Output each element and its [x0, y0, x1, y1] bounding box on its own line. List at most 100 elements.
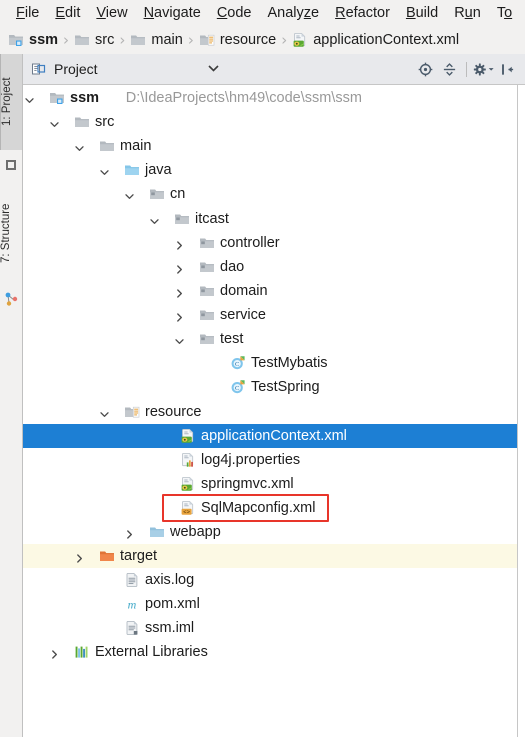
- tree-row-label: itcast: [195, 211, 229, 227]
- toolbar-divider: [466, 61, 467, 77]
- tree-row-test[interactable]: test: [23, 327, 517, 351]
- tree-row-cn[interactable]: cn: [23, 182, 517, 206]
- chevron-right-icon[interactable]: [49, 647, 60, 659]
- menu-item-build[interactable]: Build: [398, 5, 446, 21]
- tree-row-ssmiml[interactable]: ssm.iml: [23, 616, 517, 640]
- menu-item-analyze[interactable]: Analyze: [260, 5, 328, 21]
- settings-gear-icon[interactable]: [473, 59, 494, 80]
- tree-row-label: pom.xml: [145, 596, 200, 612]
- chevron-down-icon[interactable]: [208, 64, 219, 74]
- chevron-down-icon[interactable]: [149, 214, 160, 225]
- breadcrumb-item-resource[interactable]: resource: [199, 32, 276, 48]
- svg-text:<>: <>: [183, 509, 190, 516]
- chevron-down-icon[interactable]: [174, 334, 185, 345]
- breadcrumb-item-ssm[interactable]: ssm: [8, 32, 58, 48]
- tree-row-src[interactable]: src: [23, 110, 517, 134]
- menu-item-refactor[interactable]: Refactor: [327, 5, 398, 21]
- menu-item-view[interactable]: View: [88, 5, 135, 21]
- module-folder-icon: [49, 90, 65, 106]
- breadcrumb-separator: ›: [187, 30, 194, 49]
- tree-row-springmvcxml[interactable]: springmvc.xml: [23, 472, 517, 496]
- iml-file-icon: [124, 620, 140, 636]
- tree-row-itcast[interactable]: itcast: [23, 207, 517, 231]
- tree-row-label: java: [145, 162, 172, 178]
- sidebar-tab-project[interactable]: 1: Project: [0, 54, 22, 150]
- chevron-right-icon[interactable]: [174, 310, 185, 322]
- tree-row-label: domain: [220, 283, 268, 299]
- tree-row-label: dao: [220, 259, 245, 275]
- tree-row-label: cn: [170, 186, 186, 202]
- chevron-right-icon[interactable]: [174, 262, 185, 274]
- webapp-folder-icon: [149, 524, 165, 540]
- tree-row-label: ssm.iml: [145, 620, 195, 636]
- tree-row-domain[interactable]: domain: [23, 279, 517, 303]
- breadcrumb-item-main[interactable]: main: [130, 32, 183, 48]
- tree-row-label: test: [220, 331, 244, 347]
- chevron-right-icon[interactable]: [174, 238, 185, 250]
- project-tree[interactable]: ssm D:\IdeaProjects\hm49\code\ssm\ssm src m…: [23, 85, 517, 737]
- package-icon: [199, 307, 215, 323]
- chevron-down-icon[interactable]: [99, 407, 110, 418]
- menu-item-navigate[interactable]: Navigate: [136, 5, 209, 21]
- tree-row-label: TestMybatis: [251, 355, 328, 371]
- chevron-down-icon[interactable]: [49, 117, 60, 128]
- properties-icon: [180, 452, 196, 468]
- tree-row-log4jproperties[interactable]: log4j.properties: [23, 448, 517, 472]
- tree-row-label: resource: [145, 404, 202, 420]
- tree-row-pomxml[interactable]: m pom.xml: [23, 592, 517, 616]
- structure-icon: [4, 292, 18, 306]
- hide-panel-icon[interactable]: [497, 59, 518, 80]
- menu-item-code[interactable]: Code: [209, 5, 260, 21]
- tree-row-label: controller: [220, 235, 280, 251]
- project-icon: [4, 158, 18, 172]
- menu-item-edit[interactable]: Edit: [47, 5, 88, 21]
- resource-folder-icon: [124, 404, 140, 420]
- tree-row-externallibraries[interactable]: External Libraries: [23, 640, 517, 664]
- menu-item-file[interactable]: File: [8, 5, 47, 21]
- chevron-down-icon[interactable]: [99, 165, 110, 176]
- tree-row-ssm[interactable]: ssm D:\IdeaProjects\hm49\code\ssm\ssm: [23, 86, 517, 110]
- tree-row-testspring[interactable]: C TestSpring: [23, 375, 517, 399]
- tree-row-label: applicationContext.xml: [201, 428, 347, 444]
- chevron-right-icon[interactable]: [74, 551, 85, 563]
- project-view-icon: [31, 62, 46, 77]
- tree-row-resource[interactable]: resource: [23, 400, 517, 424]
- source-root-icon: [124, 162, 140, 178]
- tree-row-sqlmapconfigxml[interactable]: <> SqlMapconfig.xml: [23, 496, 517, 520]
- breadcrumb-item-applicationcontextxml[interactable]: applicationContext.xml: [292, 32, 459, 48]
- collapse-all-icon[interactable]: [439, 59, 460, 80]
- module-folder-icon: [8, 32, 24, 48]
- tree-row-dao[interactable]: dao: [23, 255, 517, 279]
- chevron-down-icon[interactable]: [24, 93, 35, 104]
- breadcrumb-item-src[interactable]: src: [74, 32, 114, 48]
- tool-window-tab-strip: 1: Project 7: Structure: [0, 54, 23, 737]
- tree-row-webapp[interactable]: webapp: [23, 520, 517, 544]
- tree-row-main[interactable]: main: [23, 134, 517, 158]
- tree-row-testmybatis[interactable]: C TestMybatis: [23, 351, 517, 375]
- folder-icon: [74, 114, 90, 130]
- scroll-from-source-icon[interactable]: [415, 59, 436, 80]
- spring-config-icon: [180, 476, 196, 492]
- svg-text:m: m: [128, 598, 137, 612]
- tree-row-target[interactable]: target: [23, 544, 517, 568]
- chevron-down-icon[interactable]: [124, 189, 135, 200]
- menu-item-to[interactable]: To: [489, 5, 520, 21]
- sidebar-tab-structure[interactable]: 7: Structure: [0, 179, 22, 287]
- menu-item-run[interactable]: Run: [446, 5, 489, 21]
- tree-row-label: target: [120, 548, 158, 564]
- chevron-down-icon[interactable]: [74, 141, 85, 152]
- package-icon: [199, 331, 215, 347]
- libraries-icon: [74, 644, 90, 660]
- xml-file-icon: <>: [180, 500, 196, 516]
- tree-row-applicationcontextxml[interactable]: applicationContext.xml: [23, 424, 517, 448]
- excluded-folder-icon: [99, 548, 115, 564]
- tree-row-axislog[interactable]: axis.log: [23, 568, 517, 592]
- tree-row-java[interactable]: java: [23, 158, 517, 182]
- package-icon: [199, 235, 215, 251]
- tree-row-service[interactable]: service: [23, 303, 517, 327]
- breadcrumb-separator: ›: [119, 30, 126, 49]
- chevron-right-icon[interactable]: [174, 286, 185, 298]
- chevron-right-icon[interactable]: [124, 527, 135, 539]
- tree-row-controller[interactable]: controller: [23, 231, 517, 255]
- panel-right-edge: [517, 85, 525, 737]
